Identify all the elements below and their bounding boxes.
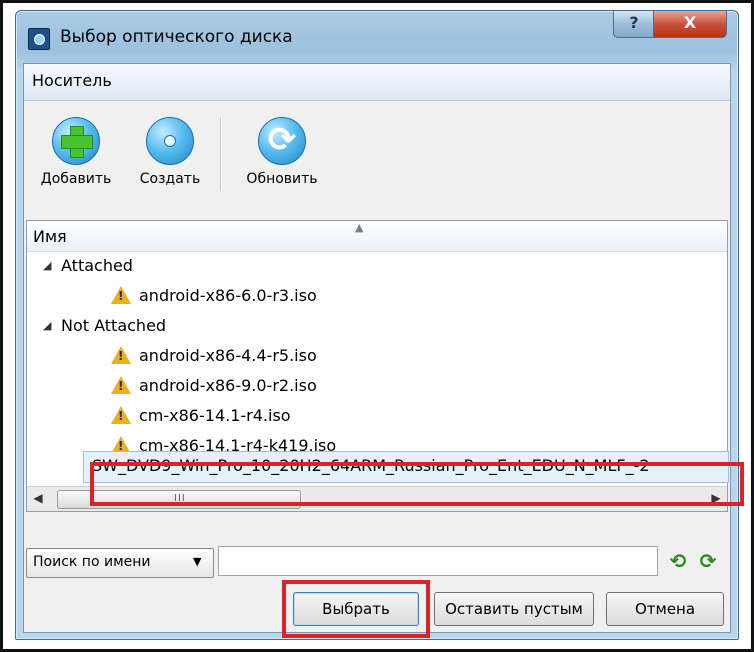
highlight-box-selected-item	[90, 462, 744, 506]
group-row-attached[interactable]: ◢ Attached	[27, 251, 727, 281]
item-label: android-x86-6.0-r3.iso	[139, 286, 317, 305]
list-item[interactable]: cm-x86-14.1-r4.iso	[27, 401, 727, 431]
search-input[interactable]	[218, 546, 658, 576]
item-label: android-x86-9.0-r2.iso	[139, 376, 317, 395]
menu-item-medium[interactable]: Носитель	[32, 71, 112, 90]
chevron-down-icon: ▼	[193, 555, 202, 568]
group-row-not-attached[interactable]: ◢ Not Attached	[27, 311, 727, 341]
warning-icon	[111, 286, 131, 304]
cancel-button[interactable]: Отмена	[606, 592, 724, 626]
search-next-icon[interactable]: ⟳	[694, 548, 722, 574]
help-button[interactable]: ?	[613, 11, 655, 38]
item-label: cm-x86-14.1-r4-k419.iso	[139, 436, 337, 451]
warning-icon	[111, 376, 131, 394]
highlight-box-choose-button	[282, 580, 430, 638]
menu-bar: Носитель	[24, 64, 730, 101]
item-label: cm-x86-14.1-r4.iso	[139, 406, 291, 425]
add-disk-icon	[52, 117, 100, 165]
refresh-button-label: Обновить	[246, 171, 318, 187]
column-header-label: Имя	[33, 227, 67, 246]
refresh-icon	[258, 117, 306, 165]
list-item[interactable]: android-x86-6.0-r3.iso	[27, 281, 727, 311]
title-bar[interactable]: Выбор оптического диска ? X	[16, 11, 738, 63]
leave-empty-button[interactable]: Оставить пустым	[434, 592, 594, 626]
add-button-label: Добавить	[40, 171, 112, 187]
toolbar-separator	[220, 117, 222, 191]
list-item[interactable]: android-x86-4.4-r5.iso	[27, 341, 727, 371]
window-title: Выбор оптического диска	[60, 27, 293, 47]
search-mode-label: Поиск по имени	[33, 554, 151, 570]
group-label: Not Attached	[61, 316, 167, 335]
create-button[interactable]: Создать	[132, 117, 208, 187]
close-button[interactable]: X	[653, 11, 727, 38]
add-button[interactable]: Добавить	[30, 117, 122, 187]
scroll-left-icon[interactable]: ◀	[27, 487, 49, 511]
create-disk-icon	[146, 117, 194, 165]
sort-ascending-icon: ▲	[355, 221, 364, 234]
expanded-triangle-icon: ◢	[43, 259, 52, 272]
toolbar: Добавить Создать Обновить	[24, 101, 730, 219]
create-button-label: Создать	[139, 171, 201, 187]
warning-icon	[111, 436, 131, 451]
refresh-button[interactable]: Обновить	[236, 117, 328, 187]
list-item[interactable]: android-x86-9.0-r2.iso	[27, 371, 727, 401]
search-previous-icon[interactable]: ⟲	[664, 548, 692, 574]
warning-icon	[111, 346, 131, 364]
warning-icon	[111, 406, 131, 424]
group-label: Attached	[61, 256, 133, 275]
list-item[interactable]: cm-x86-14.1-r4-k419.iso	[27, 431, 727, 451]
expanded-triangle-icon: ◢	[43, 319, 52, 332]
item-label: android-x86-4.4-r5.iso	[139, 346, 317, 365]
virtualbox-icon	[28, 28, 50, 50]
column-header-name[interactable]: Имя ▲	[27, 221, 727, 252]
search-mode-select[interactable]: Поиск по имени ▼	[26, 548, 214, 578]
